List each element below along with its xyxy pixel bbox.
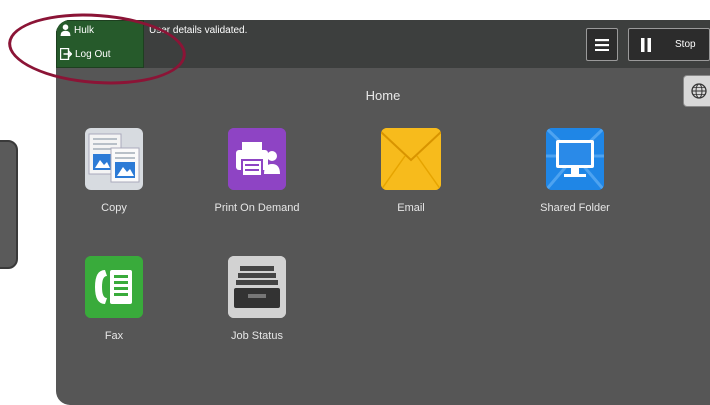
language-button[interactable] [683,75,710,107]
shared-folder-icon [546,128,604,190]
app-copy[interactable]: Copy [56,128,174,214]
print-on-demand-icon [228,128,286,190]
menu-button[interactable] [586,28,618,61]
app-print-on-demand[interactable]: Print On Demand [197,128,317,214]
email-icon [381,128,441,190]
stop-label: Stop [675,39,696,50]
page-title: Home [365,88,401,103]
side-handle [0,140,18,269]
fax-icon [85,256,143,318]
copy-icon [85,128,143,190]
app-shared-folder[interactable]: Shared Folder [515,128,635,214]
app-label: Fax [104,330,124,342]
job-status-icon [228,256,286,318]
app-label: Email [397,202,425,214]
app-label: Copy [101,202,127,214]
pause-icon [641,37,651,52]
app-label: Shared Folder [540,202,610,214]
app-job-status[interactable]: Job Status [197,256,317,342]
app-label: Print On Demand [214,202,300,214]
app-email[interactable]: Email [351,128,471,214]
hamburger-icon [595,38,609,51]
globe-icon [691,83,707,99]
app-fax[interactable]: Fax [56,256,174,342]
stop-button[interactable]: Stop [628,28,710,61]
app-label: Job Status [231,330,283,342]
